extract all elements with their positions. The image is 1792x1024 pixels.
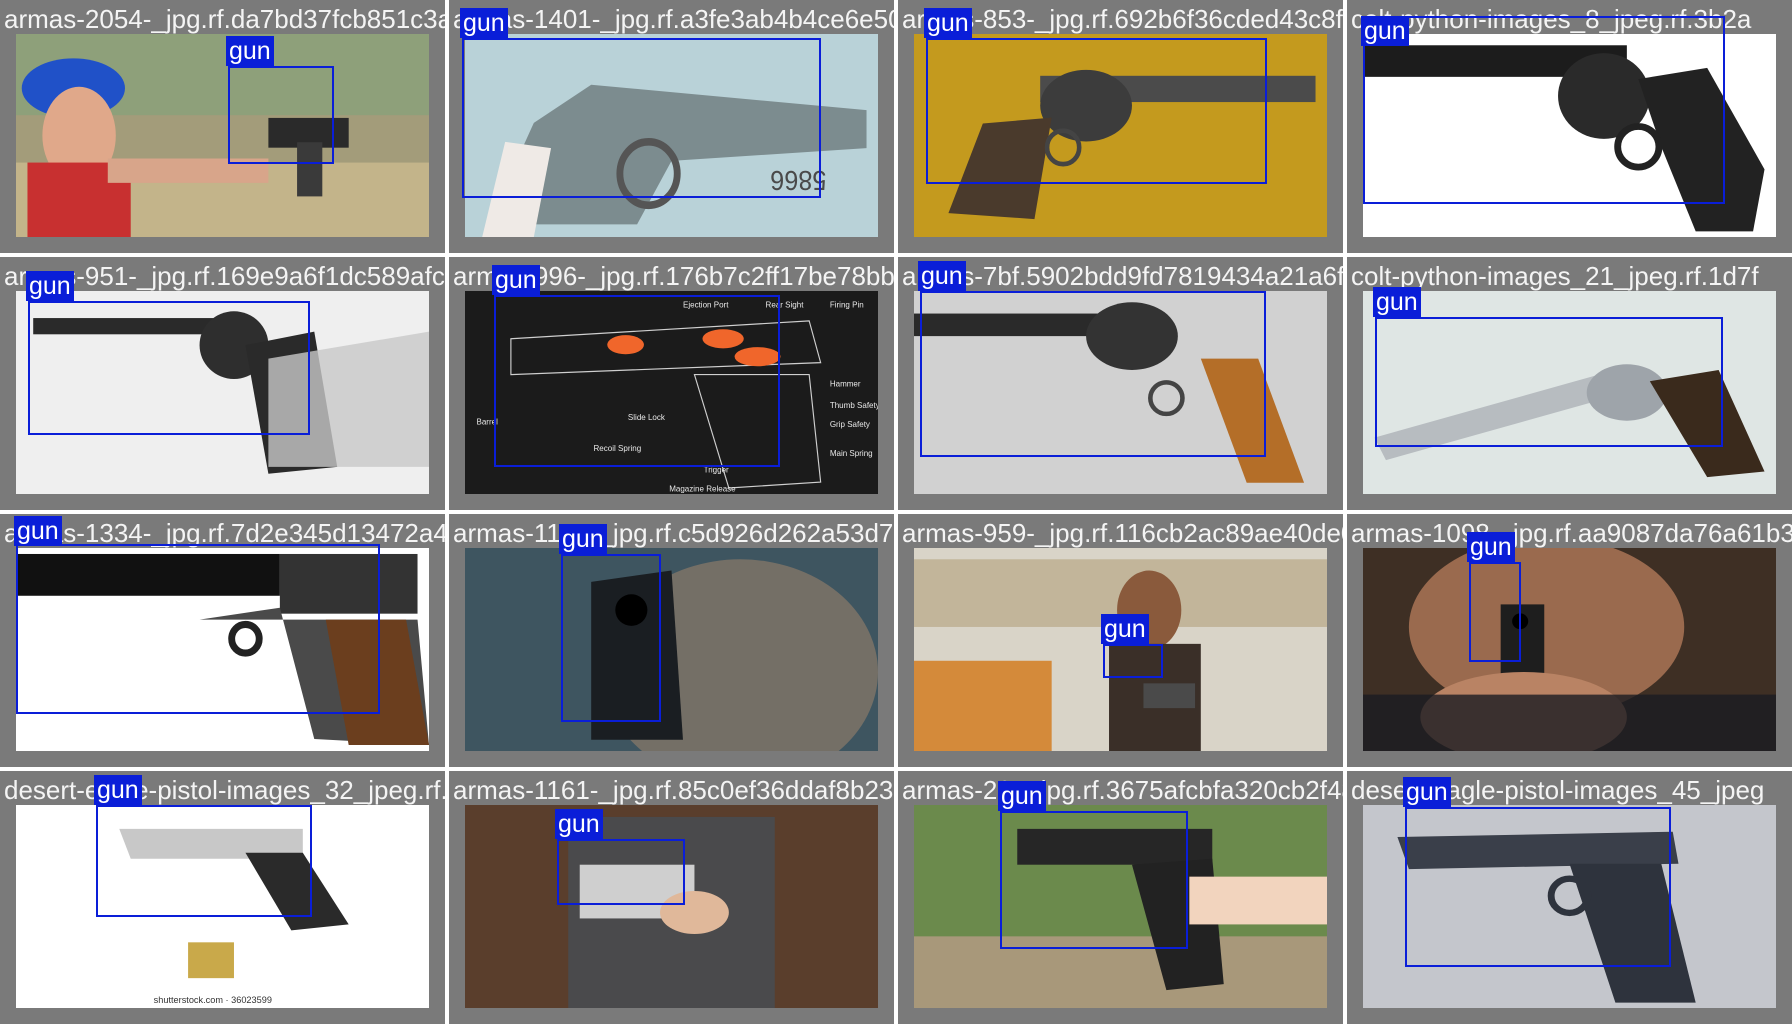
- bounding-box: [926, 38, 1267, 184]
- tile-filename: armas-1157-_jpg.rf.c5d926d262a53d79f5: [453, 518, 894, 548]
- bounding-box: [228, 66, 334, 164]
- diagram-label: Hammer: [830, 379, 861, 388]
- detection-results-grid: armas-2054-_jpg.rf.da7bd37fcb851c3a1801 …: [0, 0, 1792, 1024]
- tile-filename: armas-959-_jpg.rf.116cb2ac89ae40de0f7272…: [902, 518, 1343, 548]
- detection-label: gun: [1467, 532, 1515, 562]
- bounding-box: [1000, 811, 1188, 949]
- diagram-label: Grip Safety: [830, 420, 871, 429]
- detection-label: gun: [1361, 16, 1409, 46]
- diagram-label: Thumb Safety: [830, 401, 878, 410]
- detection-label: gun: [492, 265, 540, 295]
- watermark-text: shutterstock.com · 36023599: [154, 995, 272, 1005]
- detection-label: gun: [998, 781, 1046, 811]
- result-tile[interactable]: armas-853-_jpg.rf.692b6f36cded43c8f1a79 …: [898, 0, 1343, 253]
- result-tile[interactable]: armas-1098-_jpg.rf.aa9087da76a61b3c68b g…: [1347, 514, 1792, 767]
- result-tile[interactable]: armas-235_jpg.rf.3675afcbfa320cb2f48b035…: [898, 771, 1343, 1024]
- bounding-box: [1103, 644, 1163, 678]
- result-tile[interactable]: armas-959-_jpg.rf.116cb2ac89ae40de0f7272…: [898, 514, 1343, 767]
- bounding-box: [1405, 807, 1671, 967]
- tile-filename: armas-1401-_jpg.rf.a3fe3ab4b4ce6e50f853: [453, 4, 894, 34]
- tile-image: [1363, 548, 1776, 751]
- result-tile[interactable]: 5866 armas-1401-_jpg.rf.a3fe3ab4b4ce6e50…: [449, 0, 894, 253]
- diagram-label: Main Spring: [830, 449, 873, 458]
- bounding-box: [561, 554, 661, 722]
- detection-label: gun: [918, 261, 966, 291]
- tile-image: [16, 34, 429, 237]
- result-tile[interactable]: shutterstock.com · 36023599 desert-eagle…: [0, 771, 445, 1024]
- result-tile[interactable]: Ejection Port Rear Sight Firing Pin Hamm…: [449, 257, 894, 510]
- detection-label: gun: [559, 524, 607, 554]
- bounding-box: [462, 38, 821, 198]
- tile-filename: armas-2054-_jpg.rf.da7bd37fcb851c3a1801: [4, 4, 445, 34]
- result-tile[interactable]: armas-2054-_jpg.rf.da7bd37fcb851c3a1801 …: [0, 0, 445, 253]
- result-tile[interactable]: armas-1161-_jpg.rf.85c0ef36ddaf8b2325_jp…: [449, 771, 894, 1024]
- detection-label: gun: [924, 8, 972, 38]
- tile-filename: desert-eagle-pistol-images_32_jpeg.rf.99: [4, 775, 445, 805]
- result-tile[interactable]: colt-python-images_21_jpeg.rf.1d7f gun: [1347, 257, 1792, 510]
- detection-label: gun: [1101, 614, 1149, 644]
- tile-filename: armas-1161-_jpg.rf.85c0ef36ddaf8b2325_jp…: [453, 775, 894, 805]
- detection-label: gun: [460, 8, 508, 38]
- detection-label: gun: [94, 775, 142, 805]
- tile-filename: armas-1098-_jpg.rf.aa9087da76a61b3c68b: [1351, 518, 1792, 548]
- detection-label: gun: [14, 516, 62, 546]
- detection-label: gun: [1373, 287, 1421, 317]
- bounding-box: [96, 805, 312, 917]
- result-tile[interactable]: armas-1157-_jpg.rf.c5d926d262a53d79f5 gu…: [449, 514, 894, 767]
- tile-image: [465, 548, 878, 751]
- result-tile[interactable]: armas-951-_jpg.rf.169e9a6f1dc589afca gun: [0, 257, 445, 510]
- bounding-box: [28, 301, 310, 435]
- bounding-box: [1375, 317, 1723, 447]
- detection-label: gun: [555, 809, 603, 839]
- bounding-box: [1469, 562, 1521, 662]
- tile-image: [465, 805, 878, 1008]
- bounding-box: [16, 544, 380, 714]
- result-tile[interactable]: armas-1334-_jpg.rf.7d2e345d13472a4a2d gu…: [0, 514, 445, 767]
- bounding-box: [557, 839, 685, 905]
- tile-filename: armas-7bf.5902bdd9fd7819434a21a6f: [902, 261, 1343, 291]
- tile-filename: armas-235_jpg.rf.3675afcbfa320cb2f48b035: [902, 775, 1343, 805]
- detection-label: gun: [226, 36, 274, 66]
- bounding-box: [494, 295, 780, 467]
- detection-label: gun: [1403, 777, 1451, 807]
- result-tile[interactable]: armas-7bf.5902bdd9fd7819434a21a6f gun: [898, 257, 1343, 510]
- result-tile[interactable]: desert-eagle-pistol-images_45_jpeg gun: [1347, 771, 1792, 1024]
- diagram-label: Firing Pin: [830, 301, 864, 310]
- bounding-box: [920, 291, 1266, 457]
- result-tile[interactable]: colt-python-images_8_jpeg.rf.3b2a gun: [1347, 0, 1792, 253]
- bounding-box: [1363, 16, 1725, 204]
- detection-label: gun: [26, 271, 74, 301]
- diagram-label: Magazine Release: [669, 484, 736, 493]
